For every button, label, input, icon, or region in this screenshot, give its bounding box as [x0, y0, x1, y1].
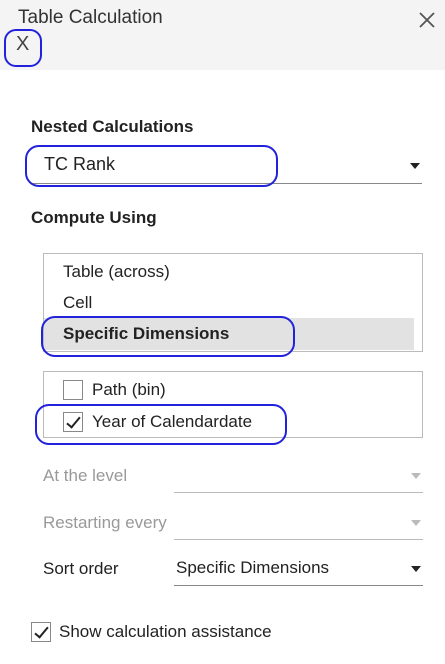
at-the-level-label: At the level — [43, 466, 128, 485]
compute-using-label: Compute Using — [31, 208, 157, 227]
list-item-cell[interactable]: Cell — [44, 287, 414, 319]
show-assistance-label: Show calculation assistance — [59, 622, 272, 641]
chevron-down-icon — [410, 163, 420, 169]
sort-order-value: Specific Dimensions — [176, 558, 330, 577]
year-calendardate-highlight-ring — [35, 404, 287, 445]
x-highlight-ring — [4, 29, 42, 67]
sort-order-dropdown[interactable]: Specific Dimensions — [174, 554, 423, 586]
close-button[interactable] — [415, 8, 439, 32]
nested-highlight-ring — [25, 145, 278, 187]
restarting-every-dropdown[interactable] — [174, 508, 423, 540]
dialog-title: Table Calculation — [18, 7, 163, 28]
restarting-every-label: Restarting every — [43, 513, 167, 532]
path-bin-label: Path (bin) — [92, 380, 166, 399]
sort-order-label: Sort order — [43, 559, 119, 578]
close-icon — [419, 12, 435, 28]
show-assistance-checkbox[interactable] — [31, 622, 51, 642]
list-item-table-across[interactable]: Table (across) — [44, 256, 414, 288]
chevron-down-icon — [411, 566, 421, 572]
nested-calculations-label: Nested Calculations — [31, 117, 194, 136]
path-bin-checkbox[interactable] — [63, 380, 83, 400]
specific-dimensions-highlight-ring — [41, 316, 295, 357]
at-the-level-dropdown[interactable] — [174, 461, 423, 493]
dialog-header: Table Calculation X — [0, 0, 445, 70]
chevron-down-icon — [411, 473, 421, 479]
chevron-down-icon — [411, 520, 421, 526]
